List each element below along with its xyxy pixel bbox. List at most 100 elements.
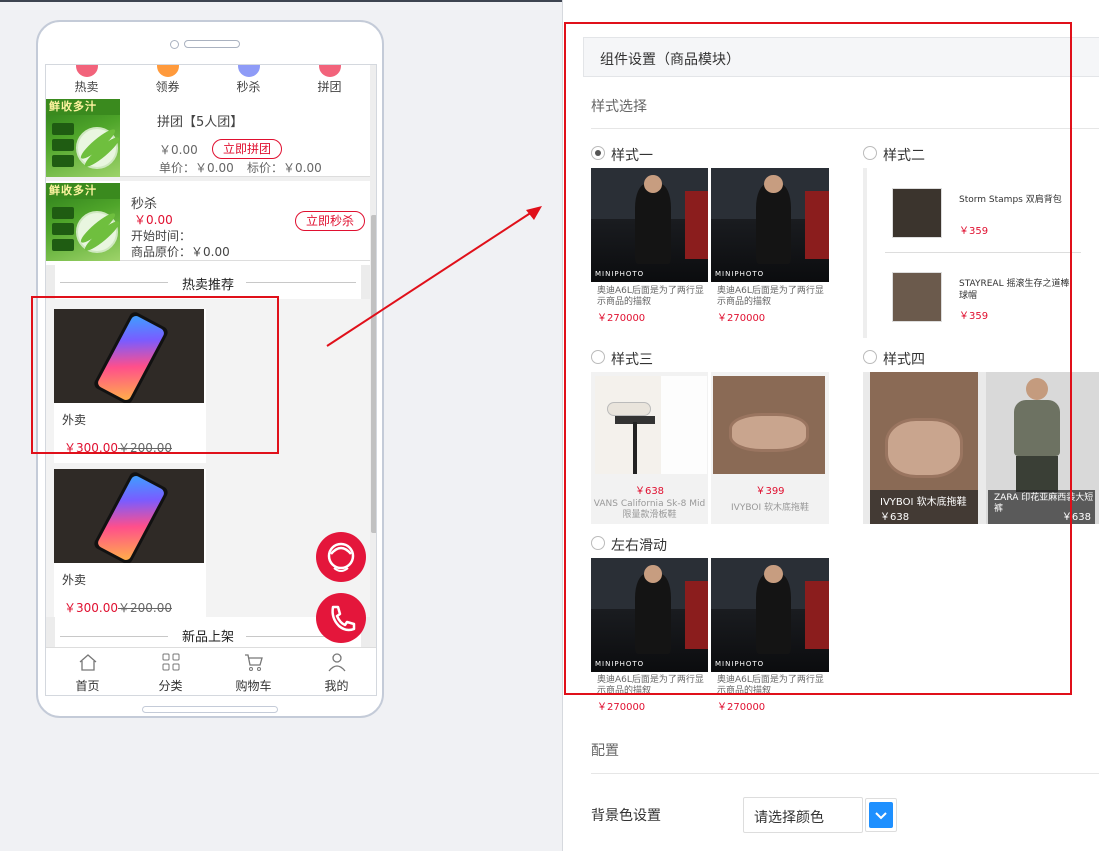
goods-price-current: ￥300.00 (64, 441, 118, 455)
product-photo: MINIPHOTO (711, 558, 829, 672)
nav-item-label: 领券 (155, 80, 180, 94)
product-price: ￥270000 (597, 313, 646, 324)
style-3-radio[interactable] (591, 350, 605, 364)
product-caption: 奥迪A6L后面是为了两行显示商品的描叙 (597, 286, 704, 307)
style-3-label[interactable]: 样式三 (611, 349, 653, 369)
product-price: ￥359 (959, 226, 989, 237)
join-group-button[interactable]: 立即拼团 (212, 139, 282, 159)
style-1-radio[interactable] (591, 146, 605, 160)
phone-call-icon (331, 605, 356, 632)
product-price: ￥270000 (597, 702, 646, 713)
group-buy-price: ￥0.00 (159, 143, 198, 157)
goods-image (54, 469, 204, 563)
group-buy-item[interactable]: 鲜收多汁 拼团【5人团】 ￥0.00 立即拼团 单价：￥0.00 标价：￥0.0… (46, 97, 370, 177)
divider (591, 128, 1099, 129)
style-2-preview[interactable]: Storm Stamps 双肩背包 ￥359 STAYREAL 摇滚生存之道棒球… (863, 168, 1099, 338)
tab-label: 首页 (75, 679, 100, 693)
product-photo (713, 376, 825, 474)
product-caption-overlay: ZARA 印花亚麻西装大短裤 ￥638 (988, 490, 1095, 524)
goods-price-current: ￥300.00 (64, 601, 118, 615)
goods-name: 外卖 (62, 573, 87, 587)
product-card: ￥638 VANS California Sk-8 Mid 限量款滑板鞋 (591, 372, 708, 524)
product-price: ￥270000 (717, 702, 766, 713)
nav-item-coupon[interactable]: 领券 (127, 65, 208, 97)
product-caption: 奥迪A6L后面是为了两行显示商品的描叙 (597, 675, 704, 696)
product-thumb (892, 272, 942, 322)
product-name: VANS California Sk-8 Mid 限量款滑板鞋 (593, 499, 706, 520)
bg-color-input[interactable]: 请选择颜色 (743, 797, 863, 833)
flash-sale-icon (237, 65, 260, 77)
phone-speaker (184, 40, 240, 48)
tab-category[interactable]: 分类 (129, 648, 212, 695)
chevron-down-icon (875, 812, 887, 820)
settings-pane: 组件设置（商品模块） 样式选择 样式一 MINIPHOTO 奥迪A6L后面是为了… (563, 0, 1099, 851)
hot-icon (75, 65, 98, 77)
color-picker-button[interactable] (865, 798, 897, 832)
goods-image (54, 309, 204, 403)
user-icon (327, 653, 346, 672)
style-2-radio[interactable] (863, 146, 877, 160)
product-price: ￥399 (755, 486, 785, 497)
style-4-label[interactable]: 样式四 (883, 349, 925, 369)
nav-item-flash[interactable]: 秒杀 (208, 65, 289, 97)
product-card: ZARA 印花亚麻西装大短裤 ￥638 (986, 372, 1099, 524)
style-1-label[interactable]: 样式一 (611, 145, 653, 165)
style-group-title: 样式选择 (591, 99, 647, 115)
slide-style-radio[interactable] (591, 536, 605, 550)
product-photo (595, 376, 707, 474)
tab-label: 我的 (324, 679, 349, 693)
product-caption: 奥迪A6L后面是为了两行显示商品的描叙 (717, 675, 824, 696)
divider (591, 773, 1099, 774)
customer-service-button[interactable] (316, 532, 366, 582)
tab-mine[interactable]: 我的 (295, 648, 376, 695)
cart-icon (244, 654, 263, 671)
tea-image-text: 鲜收多汁 (46, 99, 120, 115)
tab-home[interactable]: 首页 (46, 648, 129, 695)
flash-sale-price: ￥0.00 (134, 213, 173, 227)
phone-call-button[interactable] (316, 593, 366, 643)
product-card: IVYBOI 软木底拖鞋 ￥638 (870, 372, 978, 524)
phone-camera (170, 40, 179, 49)
flash-original-price: 商品原价：￥0.00 (131, 245, 230, 259)
tag-price: 标价：￥0.00 (247, 161, 322, 175)
annotation-arrow (326, 206, 542, 347)
product-price: ￥638 (634, 486, 665, 497)
product-name: Storm Stamps 双肩背包 (959, 195, 1062, 205)
tab-label: 购物车 (235, 679, 272, 693)
photo-watermark: MINIPHOTO (595, 270, 645, 278)
nav-item-label: 拼团 (317, 80, 342, 94)
product-price: ￥270000 (717, 313, 766, 324)
tea-image-text: 鲜收多汁 (46, 183, 120, 199)
nav-item-hot[interactable]: 热卖 (46, 65, 127, 97)
nav-item-group[interactable]: 拼团 (289, 65, 370, 97)
photo-watermark: MINIPHOTO (715, 270, 765, 278)
flash-sale-title: 秒杀 (131, 197, 158, 212)
style-2-label[interactable]: 样式二 (883, 145, 925, 165)
photo-watermark: MINIPHOTO (715, 660, 765, 668)
bottom-tabbar: 首页 分类 购物车 我的 (46, 647, 376, 695)
goods-card[interactable]: 外卖 ￥300.00￥200.00 (54, 469, 206, 629)
tab-cart[interactable]: 购物车 (212, 648, 295, 695)
style-4-radio[interactable] (863, 350, 877, 364)
photo-watermark: MINIPHOTO (595, 660, 645, 668)
product-photo: MINIPHOTO (591, 168, 708, 282)
product-caption: 奥迪A6L后面是为了两行显示商品的描叙 (717, 286, 824, 307)
product-name: IVYBOI 软木底拖鞋 (880, 497, 967, 508)
product-photo: MINIPHOTO (591, 558, 708, 672)
slide-style-label[interactable]: 左右滑动 (611, 535, 667, 555)
home-icon (79, 654, 96, 671)
panel-header: 组件设置（商品模块） (583, 37, 1099, 77)
tea-product-image: 鲜收多汁 (46, 183, 120, 261)
grid-icon (162, 653, 179, 671)
product-thumb (892, 188, 942, 238)
top-nav: 热卖 领券 秒杀 拼团 (46, 65, 370, 97)
customer-service-icon (327, 542, 355, 572)
product-price: ￥359 (959, 311, 989, 322)
goods-card[interactable]: 外卖 ￥300.00￥200.00 (54, 309, 206, 463)
phone-home-bar (142, 706, 278, 713)
nav-item-label: 秒杀 (236, 80, 261, 94)
tab-label: 分类 (158, 679, 183, 693)
unit-price: 单价：￥0.00 (159, 161, 234, 175)
product-photo: MINIPHOTO (711, 168, 829, 282)
goods-name: 外卖 (62, 413, 87, 427)
